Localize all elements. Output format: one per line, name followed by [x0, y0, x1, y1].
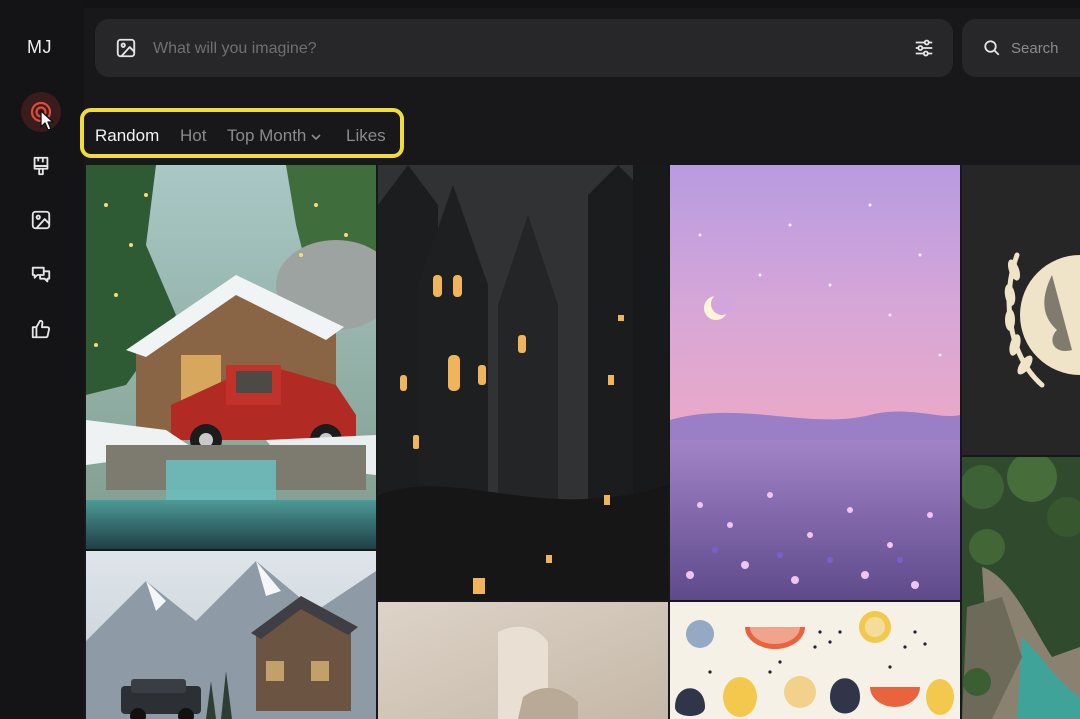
thumbs-up-icon [31, 319, 51, 339]
image-gallery-icon [31, 210, 51, 230]
sidebar: MJ [0, 0, 84, 719]
sidebar-item-create[interactable] [21, 146, 61, 186]
gallery-image-2[interactable] [378, 165, 668, 600]
top-strip [84, 0, 1080, 8]
tab-hot[interactable]: Hot [180, 126, 206, 146]
sliders-icon[interactable] [913, 37, 935, 59]
gallery-image-8[interactable] [962, 457, 1080, 719]
image-icon[interactable] [115, 37, 137, 59]
sidebar-item-likes[interactable] [21, 309, 61, 349]
paintbrush-icon [33, 156, 49, 176]
prompt-input[interactable] [151, 33, 875, 65]
app-logo[interactable]: MJ [27, 37, 52, 58]
sidebar-item-organize[interactable] [21, 200, 61, 240]
mouse-cursor-icon [40, 110, 54, 131]
prompt-bar [95, 19, 953, 77]
tab-top-month-label: Top Month [227, 126, 307, 145]
tab-top-month[interactable]: Top Month [227, 126, 322, 146]
gallery-image-4[interactable] [962, 165, 1080, 455]
gallery-image-6[interactable] [378, 602, 668, 719]
gallery-image-3[interactable] [670, 165, 960, 600]
gallery-image-1[interactable] [86, 165, 376, 549]
gallery-image-5[interactable] [86, 551, 376, 719]
search-label: Search [1011, 40, 1059, 57]
chevron-down-icon [311, 133, 321, 140]
tab-random[interactable]: Random [95, 126, 159, 146]
search-box[interactable]: Search [962, 19, 1080, 77]
tab-likes[interactable]: Likes [346, 126, 386, 146]
gallery-image-7[interactable] [670, 602, 960, 719]
chat-bubbles-icon [31, 266, 51, 283]
search-icon [984, 40, 1000, 56]
sidebar-item-chat[interactable] [21, 255, 61, 295]
